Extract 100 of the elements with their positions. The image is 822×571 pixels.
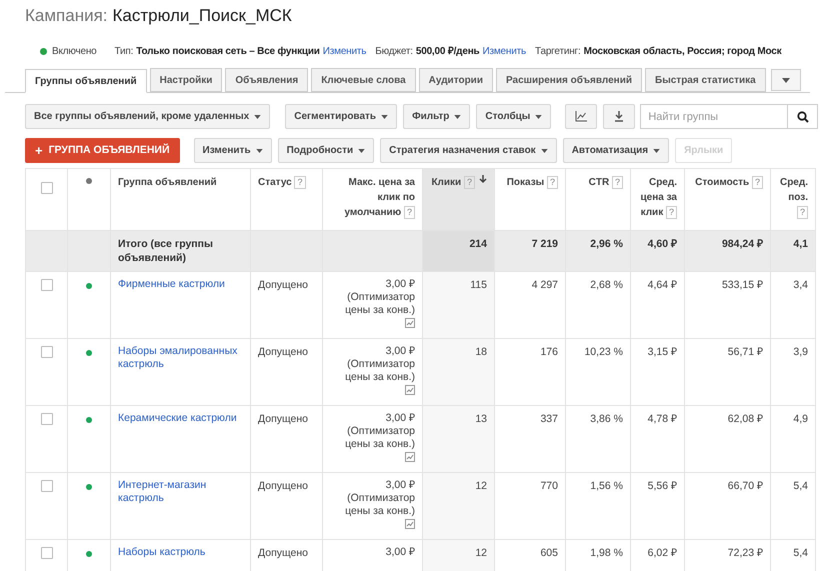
bid-value: 3,00 ₽ xyxy=(384,278,415,291)
view-filter-dropdown[interactable]: Все группы объявлений, кроме удаленных xyxy=(25,104,270,129)
table-cell: Допущено xyxy=(258,480,308,492)
table-cell: 2,68 % xyxy=(590,279,623,291)
chart-icon[interactable] xyxy=(405,519,415,529)
row-checkbox[interactable] xyxy=(40,279,52,291)
table-cell: 62,08 ₽ xyxy=(728,413,763,425)
summary-label: Бюджет: xyxy=(375,44,413,58)
change-link[interactable]: Изменить xyxy=(322,44,366,58)
row-checkbox[interactable] xyxy=(40,413,52,425)
table-cell: 1,56 % xyxy=(590,480,623,492)
tab[interactable]: Аудитории xyxy=(418,68,493,92)
campaign-name: Кастрюли_Поиск_МСК xyxy=(112,5,292,27)
toolbar-dropdown[interactable]: Фильтр xyxy=(403,104,470,129)
table-cell: 3,86 % xyxy=(590,413,623,425)
tab[interactable]: Настройки xyxy=(150,68,222,92)
status-text: Включено xyxy=(52,44,97,58)
bid-strategy-note: (Оптимизатор цены за конв.) xyxy=(344,425,415,451)
table-cell: 12 xyxy=(475,547,487,559)
bid-strategy-note: (Оптимизатор цены за конв.) xyxy=(344,291,415,317)
table-cell: Допущено xyxy=(258,279,308,291)
action-dropdown[interactable]: Подробности xyxy=(278,138,374,163)
campaign-label: Кампания: xyxy=(25,5,108,27)
table-cell: 533,15 ₽ xyxy=(722,279,763,291)
table-cell: 5,56 ₽ xyxy=(648,480,677,492)
bid-value: 3,00 ₽ xyxy=(384,345,415,358)
bid-value: 3,00 ₽ xyxy=(384,546,415,559)
caret-icon xyxy=(454,114,462,118)
caret-icon xyxy=(256,148,263,152)
table-cell: 4,1 xyxy=(793,238,808,250)
caret-icon xyxy=(358,148,366,152)
row-checkbox[interactable] xyxy=(40,346,52,358)
table-cell: 10,23 % xyxy=(584,346,623,358)
table-cell: 115 xyxy=(470,279,487,291)
tab[interactable]: Расширения объявлений xyxy=(496,68,642,92)
change-link[interactable]: Изменить xyxy=(482,44,526,58)
sort-arrow-icon xyxy=(479,175,487,184)
toolbar-dropdown[interactable]: Столбцы xyxy=(476,104,552,129)
chart-icon[interactable] xyxy=(565,104,598,129)
table-cell: 4 297 xyxy=(532,279,558,291)
table-cell: 605 xyxy=(540,547,558,559)
summary-label: Таргетинг: xyxy=(535,44,581,58)
column-header[interactable]: Группа объявлений xyxy=(118,175,217,190)
column-header[interactable]: Стоимость ? xyxy=(695,175,763,190)
table-cell: 5,4 xyxy=(793,480,808,492)
table-cell: 6,02 ₽ xyxy=(648,547,677,559)
more-tabs-button[interactable] xyxy=(770,69,801,91)
table-cell: 72,23 ₽ xyxy=(728,547,763,559)
search-icon[interactable] xyxy=(788,104,818,129)
table-cell: 4,9 xyxy=(793,413,808,425)
download-icon[interactable] xyxy=(603,104,636,129)
summary-value: Московская область, Россия; город Моск xyxy=(584,44,782,58)
table-cell: 4,60 ₽ xyxy=(648,238,677,250)
table-cell: 3,9 xyxy=(793,346,808,358)
action-dropdown[interactable]: Стратегия назначения ставок xyxy=(380,138,557,163)
chart-icon[interactable] xyxy=(405,452,415,462)
summary-value: 500,00 ₽/день xyxy=(416,44,480,58)
caret-icon xyxy=(653,148,660,152)
table-cell: 3,15 ₽ xyxy=(648,346,677,358)
total-label: Итого (все группы объявлений) xyxy=(118,238,213,264)
table-cell: 1,98 % xyxy=(590,547,623,559)
search-field[interactable]: Найти группы xyxy=(640,104,788,129)
table-cell: 214 xyxy=(469,238,487,250)
column-header[interactable]: Клики ? xyxy=(431,175,475,190)
row-checkbox[interactable] xyxy=(40,182,52,194)
tab[interactable]: Объявления xyxy=(225,68,308,92)
bid-strategy-note: (Оптимизатор цены за конв.) xyxy=(344,492,415,518)
caret-icon xyxy=(381,114,388,118)
caret-icon xyxy=(540,148,548,152)
column-header[interactable]: Статус ? xyxy=(258,175,306,190)
table-cell: 176 xyxy=(540,346,558,358)
bid-strategy-note: (Оптимизатор цены за конв.) xyxy=(344,358,415,384)
caret-icon xyxy=(782,78,790,82)
table-cell: 4,64 ₽ xyxy=(648,279,677,291)
table-cell: 7 219 xyxy=(532,238,558,250)
ad-group-link[interactable]: Фирменные кастрюли xyxy=(118,278,243,291)
column-header[interactable]: Показы ? xyxy=(506,175,558,190)
table-cell: 12 xyxy=(475,480,487,492)
table-cell: 770 xyxy=(540,480,558,492)
table-cell: 13 xyxy=(475,413,487,425)
table-cell: 56,71 ₽ xyxy=(728,346,763,358)
table-cell: Допущено xyxy=(258,547,308,559)
tab[interactable]: Ключевые слова xyxy=(311,68,416,92)
row-checkbox[interactable] xyxy=(40,547,52,559)
action-dropdown[interactable]: Автоматизация xyxy=(562,138,670,163)
new-ad-group-button[interactable]: + ГРУППА ОБЪЯВЛЕНИЙ xyxy=(25,138,180,163)
toolbar-dropdown[interactable]: Сегментировать xyxy=(285,104,398,129)
chart-icon[interactable] xyxy=(405,385,415,395)
table-cell: Допущено xyxy=(258,346,308,358)
tab[interactable]: Быстрая статистика xyxy=(645,68,766,92)
column-header[interactable]: CTR ? xyxy=(588,175,623,190)
table-cell: Допущено xyxy=(258,413,308,425)
action-dropdown[interactable]: Изменить xyxy=(194,138,272,163)
table-cell: 18 xyxy=(475,346,487,358)
tab[interactable]: Группы объявлений xyxy=(25,69,147,93)
caret-icon xyxy=(535,114,542,118)
ad-group-link[interactable]: Керамические кастрюли xyxy=(118,412,243,425)
row-checkbox[interactable] xyxy=(40,480,52,492)
chart-icon[interactable] xyxy=(405,318,415,328)
table-cell: 984,24 ₽ xyxy=(722,238,763,250)
